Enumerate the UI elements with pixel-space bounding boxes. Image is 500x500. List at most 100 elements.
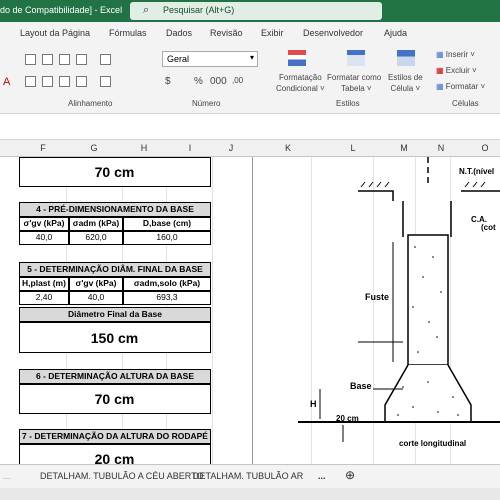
cell-styles-icon[interactable] <box>397 50 415 66</box>
section4-header: σ'gv (kPa) <box>19 217 69 231</box>
col-header-h[interactable]: H <box>129 143 159 153</box>
drawing-label-cot: (cot <box>481 223 496 232</box>
shaft <box>407 234 449 366</box>
section4-header: D,base (cm) <box>123 217 211 231</box>
format-label: Formatar <box>445 82 479 91</box>
ribbon: A Alinhamento Geral ▾ $ % 000 ,00 Número… <box>0 44 500 114</box>
insert-button[interactable]: ▦ Inserir ˅ <box>436 50 475 59</box>
percent-icon[interactable]: % <box>194 76 203 87</box>
more-tabs-right[interactable]: ... <box>318 471 326 481</box>
format-as-table-button[interactable]: Formatar como Tabela ˅ <box>327 72 381 94</box>
col-header-o[interactable]: O <box>470 143 500 153</box>
align-center-icon[interactable] <box>42 76 53 87</box>
sheet-tab-ceu-aberto[interactable]: DETALHAM. TUBULÃO A CÉU ABERTO <box>40 471 203 481</box>
section5-title: 5 - DETERMINAÇÃO DIÂM. FINAL DA BASE <box>19 262 211 277</box>
section5-result: 150 cm <box>90 330 139 346</box>
grid-line <box>212 157 213 464</box>
format-as-table-icon[interactable] <box>347 50 365 66</box>
indent-icon[interactable] <box>76 76 87 87</box>
section5-header: σ'gv (kPa) <box>69 277 123 291</box>
col-header-m[interactable]: M <box>389 143 419 153</box>
section5-header: H,plast (m) <box>19 277 69 291</box>
number-format-select[interactable]: Geral ▾ <box>162 51 258 67</box>
title-bar: do de Compatibilidade] - Excel ⌕ Pesquis… <box>0 0 500 22</box>
insert-label: Inserir <box>445 50 469 59</box>
horizontal-scrollbar[interactable] <box>0 488 500 500</box>
tab-review[interactable]: Revisão <box>210 28 243 38</box>
search-icon: ⌕ <box>143 4 150 16</box>
format-icon: ▦ <box>436 82 444 91</box>
sheet-tabs: ... DETALHAM. TUBULÃO A CÉU ABERTO DETAL… <box>0 464 500 488</box>
group-alignment-label: Alinhamento <box>68 99 113 108</box>
col-header-j[interactable]: J <box>216 143 246 153</box>
section5-result-box: 150 cm <box>19 322 211 353</box>
col-header-l[interactable]: L <box>338 143 368 153</box>
col-header-g[interactable]: G <box>79 143 109 153</box>
tab-data[interactable]: Dados <box>166 28 192 38</box>
orientation-icon[interactable] <box>76 54 87 65</box>
section5-value[interactable]: 40,0 <box>69 291 123 305</box>
section4-header: σadm (kPa) <box>69 217 123 231</box>
section6-title: 6 - DETERMINAÇÃO ALTURA DA BASE <box>19 369 211 384</box>
align-right-icon[interactable] <box>59 76 70 87</box>
formula-bar[interactable] <box>0 114 500 140</box>
group-cells-label: Células <box>452 99 479 108</box>
drawing-label-nt: N.T.(nível <box>459 167 494 176</box>
delete-button[interactable]: ▦ Excluir ˅ <box>436 66 477 75</box>
section5-subtitle: Diâmetro Final da Base <box>19 307 211 322</box>
section4-value[interactable]: 160,0 <box>123 231 211 245</box>
conditional-formatting-icon[interactable] <box>288 50 306 66</box>
insert-icon: ▦ <box>436 50 444 59</box>
font-color-icon[interactable]: A <box>3 76 10 88</box>
section4-value[interactable]: 40,0 <box>19 231 69 245</box>
align-middle-icon[interactable] <box>42 54 53 65</box>
col-header-f[interactable]: F <box>28 143 58 153</box>
section5-value[interactable]: 2,40 <box>19 291 69 305</box>
increase-decimal-icon[interactable]: ,00 <box>232 76 243 85</box>
soil-hatch <box>360 181 486 188</box>
add-sheet-icon[interactable]: ⊕ <box>345 468 355 482</box>
column-headers: F G H I J K L M N O <box>0 140 500 157</box>
drawing-label-fuste: Fuste <box>365 292 389 302</box>
col-header-k[interactable]: K <box>273 143 303 153</box>
section7-result: 20 cm <box>94 451 135 464</box>
col-header-n[interactable]: N <box>426 143 456 153</box>
align-bottom-icon[interactable] <box>59 54 70 65</box>
tab-page-layout[interactable]: Layout da Página <box>20 28 90 38</box>
align-left-icon[interactable] <box>25 76 36 87</box>
conditional-formatting-button[interactable]: Formatação Condicional ˅ <box>276 72 325 94</box>
drawing-label-base: Base <box>350 381 372 391</box>
align-top-icon[interactable] <box>25 54 36 65</box>
worksheet-grid[interactable]: 70 cm 4 - PRÉ-DIMENSIONAMENTO DA BASE σ'… <box>0 157 500 464</box>
more-tabs-left[interactable]: ... <box>3 471 11 481</box>
bell-base <box>384 364 472 423</box>
cell-styles-button[interactable]: Estilos de Célula ˅ <box>388 72 423 94</box>
drawing-label-h: H <box>310 399 317 409</box>
section4-title: 4 - PRÉ-DIMENSIONAMENTO DA BASE <box>19 202 211 217</box>
wrap-text-icon[interactable] <box>100 54 111 65</box>
tubulao-drawing: N.T.(nível C.A. (cot Fuste Base H 20 cm … <box>298 157 500 448</box>
merge-center-icon[interactable] <box>100 76 111 87</box>
format-button[interactable]: ▦ Formatar ˅ <box>436 82 485 91</box>
section4-value[interactable]: 620,0 <box>69 231 123 245</box>
tab-view[interactable]: Exibir <box>261 28 284 38</box>
section5-value[interactable]: 693,3 <box>123 291 211 305</box>
ribbon-tabs: Layout da Página Fórmulas Dados Revisão … <box>0 22 500 44</box>
section6-result: 70 cm <box>94 391 135 407</box>
group-styles-label: Estilos <box>336 99 360 108</box>
section6-result-box: 70 cm <box>19 384 211 414</box>
drawing-label-dim: 20 cm <box>336 414 359 423</box>
drawing-label-corte: corte longitudinal <box>399 439 466 448</box>
window-title: do de Compatibilidade] - Excel <box>0 5 123 15</box>
tab-help[interactable]: Ajuda <box>384 28 407 38</box>
tab-developer[interactable]: Desenvolvedor <box>303 28 363 38</box>
thousands-separator-icon[interactable]: 000 <box>210 76 227 87</box>
col-header-i[interactable]: I <box>175 143 205 153</box>
search-box[interactable]: ⌕ Pesquisar (Alt+G) <box>130 2 382 20</box>
sheet-tab-ar[interactable]: DETALHAM. TUBULÃO AR <box>193 471 303 481</box>
currency-icon[interactable]: $ <box>165 76 171 87</box>
group-number-label: Número <box>192 99 221 108</box>
delete-icon: ▦ <box>436 66 444 75</box>
prev-result-value: 70 cm <box>94 164 135 180</box>
tab-formulas[interactable]: Fórmulas <box>109 28 147 38</box>
